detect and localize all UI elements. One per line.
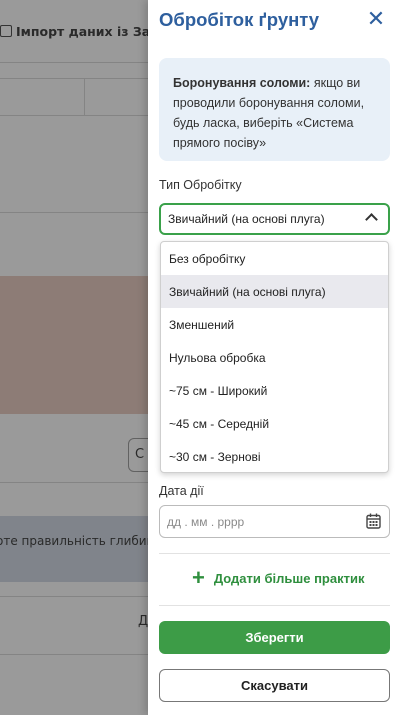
cancel-button[interactable]: Скасувати bbox=[159, 669, 390, 702]
panel-title: Обробіток ґрунту bbox=[159, 9, 320, 30]
dropdown-option[interactable]: ~45 см - Середній bbox=[161, 407, 388, 440]
dropdown-option[interactable]: ~30 см - Зернові bbox=[161, 440, 388, 472]
tillage-type-select[interactable]: Звичайний (на основі плуга) bbox=[159, 203, 390, 235]
calendar-icon[interactable] bbox=[366, 513, 381, 529]
info-bold-text: Боронування соломи: bbox=[173, 76, 311, 90]
dropdown-option[interactable]: Зменшений bbox=[161, 308, 388, 341]
info-box: Боронування соломи: якщо ви проводили бо… bbox=[159, 58, 390, 161]
add-practice-label: Додати більше практик bbox=[213, 570, 365, 586]
date-input[interactable]: дд . мм . рррр bbox=[159, 505, 390, 538]
tillage-type-value: Звичайний (на основі плуга) bbox=[168, 212, 325, 226]
chevron-up-icon bbox=[365, 213, 378, 226]
tillage-type-label: Тип Обробітку bbox=[159, 178, 242, 192]
dropdown-option[interactable]: ~75 см - Широкий bbox=[161, 374, 388, 407]
tillage-type-dropdown: Без обробітку Звичайний (на основі плуга… bbox=[160, 241, 389, 473]
close-icon[interactable]: ✕ bbox=[364, 8, 388, 32]
modal-overlay[interactable] bbox=[0, 0, 148, 715]
add-more-practices-button[interactable]: + Додати більше практик bbox=[192, 565, 365, 590]
dropdown-option-selected[interactable]: Звичайний (на основі плуга) bbox=[161, 275, 388, 308]
divider bbox=[159, 553, 390, 554]
plus-icon: + bbox=[192, 565, 205, 590]
dropdown-option[interactable]: Без обробітку bbox=[161, 242, 388, 275]
divider bbox=[159, 605, 390, 606]
dropdown-option[interactable]: Нульова обробка bbox=[161, 341, 388, 374]
date-placeholder: дд . мм . рррр bbox=[167, 515, 245, 529]
save-button[interactable]: Зберегти bbox=[159, 621, 390, 654]
date-label: Дата дії bbox=[159, 484, 204, 498]
